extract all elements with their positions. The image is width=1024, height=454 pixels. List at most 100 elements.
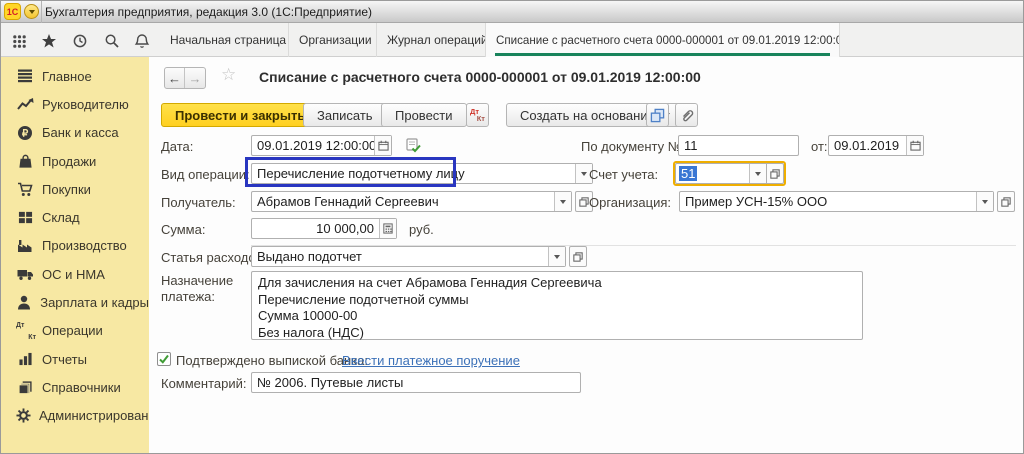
sidebar-item-warehouse[interactable]: Склад <box>1 203 149 231</box>
chevron-down-icon <box>560 200 566 204</box>
sidebar-item-production[interactable]: Производство <box>1 232 149 260</box>
calendar-picker-button[interactable] <box>906 136 923 155</box>
search-icon[interactable] <box>102 31 122 51</box>
doc-date-field[interactable]: 09.01.2019 <box>828 135 924 156</box>
tab-journal[interactable]: Журнал операций × <box>377 23 486 57</box>
sidebar-item-payroll-hr[interactable]: Зарплата и кадры <box>1 288 149 316</box>
tab-label: Организации <box>299 33 372 47</box>
comment-value[interactable]: № 2006. Путевые листы <box>252 373 580 392</box>
account-label: Счет учета: <box>589 167 658 182</box>
sidebar-item-reports[interactable]: Отчеты <box>1 345 149 373</box>
sidebar-item-manager[interactable]: Руководителю <box>1 90 149 118</box>
dropdown-button[interactable] <box>548 247 565 266</box>
post-button[interactable]: Провести <box>381 103 467 127</box>
open-button[interactable] <box>766 163 784 184</box>
amount-field[interactable]: 10 000,00 <box>251 218 397 239</box>
sales-bag-icon <box>16 153 34 169</box>
purpose-label: Назначение платежа: <box>161 273 247 305</box>
chevron-down-icon <box>581 172 587 176</box>
dropdown-button[interactable] <box>976 192 993 211</box>
sidebar-item-main[interactable]: Главное <box>1 62 149 90</box>
dtkt-postings-button[interactable]: ДтКт <box>466 103 489 127</box>
sidebar-item-purchases[interactable]: Покупки <box>1 175 149 203</box>
purpose-textarea[interactable]: Для зачисления на счет Абрамова Геннадия… <box>251 271 863 340</box>
open-form-icon <box>573 252 583 262</box>
window-title: Бухгалтерия предприятия, редакция 3.0 (1… <box>45 5 372 19</box>
open-button[interactable] <box>997 191 1015 212</box>
amount-value[interactable]: 10 000,00 <box>252 219 379 238</box>
nav-history-group: ← → <box>164 67 206 89</box>
favorites-star-icon[interactable] <box>39 31 59 51</box>
sidebar-item-label: ОС и НМА <box>42 267 105 282</box>
sidebar-item-administration[interactable]: Администрирование <box>1 402 149 430</box>
sidebar-item-fixed-assets[interactable]: ОС и НМА <box>1 260 149 288</box>
sidebar-item-label: Администрирование <box>39 408 163 423</box>
tab-label: Начальная страница <box>170 33 286 47</box>
apps-grid-icon[interactable] <box>9 31 29 51</box>
account-value-selected[interactable]: 51 <box>679 166 697 181</box>
tab-label: Списание с расчетного счета 0000-000001 … <box>496 34 840 47</box>
gear-icon <box>16 408 31 424</box>
sidebar-item-bank-cash[interactable]: ₽ Банк и касса <box>1 119 149 147</box>
doc-no-value[interactable]: 11 <box>679 136 798 155</box>
tab-label: Журнал операций <box>387 33 486 47</box>
payee-field[interactable]: Абрамов Геннадий Сергеевич <box>251 191 572 212</box>
payment-order-link[interactable]: Ввести платежное поручение <box>342 353 520 368</box>
attachments-button[interactable] <box>675 103 698 127</box>
post-and-close-button[interactable]: Провести и закрыть <box>161 103 319 127</box>
history-clock-icon[interactable] <box>70 31 90 51</box>
payee-value[interactable]: Абрамов Геннадий Сергеевич <box>252 192 554 211</box>
doc-date-value[interactable]: 09.01.2019 <box>829 136 906 155</box>
operation-field[interactable]: Перечисление подотчетному лицу <box>251 163 593 184</box>
calendar-picker-button[interactable] <box>374 136 391 155</box>
dropdown-button[interactable] <box>749 164 766 183</box>
related-documents-icon <box>650 108 665 123</box>
open-button[interactable] <box>569 246 587 267</box>
app-window: 1С Бухгалтерия предприятия, редакция 3.0… <box>0 0 1024 454</box>
sidebar-item-label: Справочники <box>42 380 121 395</box>
expense-value[interactable]: Выдано подотчет <box>252 247 548 266</box>
save-button[interactable]: Записать <box>303 103 387 127</box>
chevron-down-icon <box>982 200 988 204</box>
doc-no-label: По документу №: <box>581 139 685 154</box>
create-based-on-label: Создать на основании <box>520 108 655 123</box>
org-value[interactable]: Пример УСН-15% ООО <box>680 192 976 211</box>
tab-organizations[interactable]: Организации × <box>289 23 377 57</box>
sidebar-item-label: Банк и касса <box>42 125 119 140</box>
date-field[interactable]: 09.01.2019 12:00:00 <box>251 135 392 156</box>
doc-no-field[interactable]: 11 <box>678 135 799 156</box>
calculator-button[interactable] <box>379 219 396 238</box>
dropdown-button[interactable] <box>554 192 571 211</box>
tab-home[interactable]: Начальная страница <box>153 23 289 57</box>
tab-document-active[interactable]: Списание с расчетного счета 0000-000001 … <box>486 23 840 57</box>
operation-value[interactable]: Перечисление подотчетному лицу <box>252 164 575 183</box>
back-button[interactable]: ← <box>165 68 185 88</box>
sidebar-item-operations[interactable]: ДтКт Операции <box>1 317 149 345</box>
main-menu-button[interactable] <box>24 4 39 19</box>
confirmed-checkbox[interactable] <box>157 352 171 366</box>
expense-field[interactable]: Выдано подотчет <box>251 246 566 267</box>
factory-icon <box>16 238 34 254</box>
favorite-star-icon[interactable]: ☆ <box>221 65 236 85</box>
comment-field[interactable]: № 2006. Путевые листы <box>251 372 581 393</box>
sidebar-item-label: Производство <box>42 238 127 253</box>
person-icon <box>16 295 32 311</box>
forward-button[interactable]: → <box>185 68 205 88</box>
open-form-icon <box>770 169 780 179</box>
doc-date-label: от: <box>811 139 828 154</box>
document-title: Списание с расчетного счета 0000-000001 … <box>259 69 701 85</box>
open-form-icon <box>579 197 589 207</box>
chevron-down-icon <box>554 255 560 259</box>
document-form: ← → ☆ Списание с расчетного счета 0000-0… <box>149 57 1024 454</box>
date-value[interactable]: 09.01.2019 12:00:00 <box>252 136 374 155</box>
org-field[interactable]: Пример УСН-15% ООО <box>679 191 994 212</box>
dtkt-icon: ДтКт <box>16 323 34 339</box>
notifications-bell-icon[interactable] <box>132 31 152 51</box>
document-check-icon[interactable] <box>405 137 421 158</box>
sidebar-item-sales[interactable]: Продажи <box>1 147 149 175</box>
sidebar-item-directories[interactable]: Справочники <box>1 373 149 401</box>
account-field[interactable]: 51 <box>675 163 766 184</box>
title-bar: 1С Бухгалтерия предприятия, редакция 3.0… <box>1 1 1024 23</box>
related-documents-button[interactable] <box>646 103 669 127</box>
active-tab-underline <box>495 53 830 56</box>
